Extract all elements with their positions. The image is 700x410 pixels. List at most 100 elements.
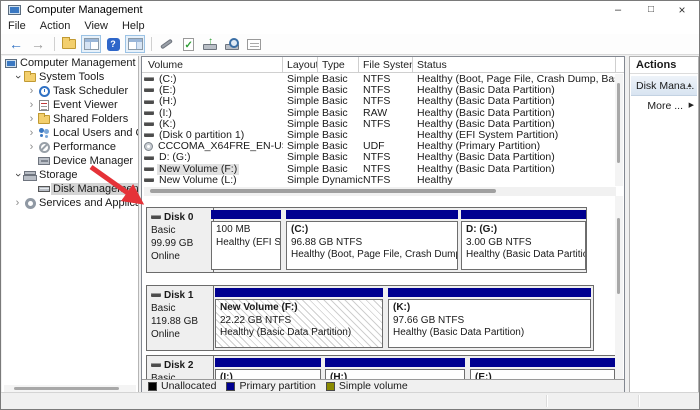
disk-label[interactable]: Disk 1Basic119.88 GBOnline — [147, 286, 214, 350]
sidebar-item-services-and-applications[interactable]: › Services and Applications — [2, 196, 138, 210]
volume-list-row[interactable]: (E:)SimpleBasicNTFSHealthy (Basic Data P… — [142, 85, 624, 96]
legend-color-swatch — [148, 382, 157, 391]
export-folder-icon — [62, 39, 76, 49]
volume-list-row[interactable]: New Volume (F:)SimpleBasicNTFSHealthy (B… — [142, 164, 624, 175]
partition-info: (H:) — [325, 369, 465, 379]
volume-list-row[interactable]: (C:)SimpleBasicNTFSHealthy (Boot, Page F… — [142, 74, 624, 85]
sidebar-item-storage[interactable]: ›Storage — [2, 168, 138, 182]
volume-list-row[interactable]: (Disk 0 partition 1)SimpleBasicHealthy (… — [142, 130, 624, 141]
partition-c[interactable]: (C:)96.88 GB NTFSHealthy (Boot, Page Fil… — [286, 210, 458, 270]
menu-file[interactable]: File — [1, 19, 33, 33]
export-folder-button[interactable] — [59, 35, 79, 53]
chevron-collapsed-icon[interactable]: › — [26, 85, 37, 97]
folder-icon — [23, 73, 37, 82]
chevron-expanded-icon[interactable]: › — [12, 169, 23, 181]
device-tool-icon — [160, 39, 173, 50]
console-tree-toggle-button[interactable] — [81, 35, 101, 53]
tree-item-label: Services and Applications — [37, 197, 138, 209]
disk-label[interactable]: Disk 2Basic — [147, 356, 214, 379]
partition-i[interactable]: (I:) — [215, 358, 321, 379]
disk-volume-icon — [144, 178, 154, 182]
drive-search-button[interactable] — [222, 35, 242, 53]
back-arrow-button[interactable] — [6, 35, 26, 53]
chevron-collapsed-icon[interactable]: › — [12, 197, 23, 209]
partition-k[interactable]: (K:)97.66 GB NTFSHealthy (Basic Data Par… — [388, 288, 591, 348]
volume-list-row[interactable]: (I:)SimpleBasicRAWHealthy (Basic Data Pa… — [142, 108, 624, 119]
check-document-button[interactable] — [178, 35, 198, 53]
menu-view[interactable]: View — [77, 19, 115, 33]
sidebar-item-event-viewer[interactable]: ›Event Viewer — [2, 98, 138, 112]
column-header-layout[interactable]: Layout — [283, 57, 318, 73]
properties-sheet-button[interactable] — [244, 35, 264, 53]
sidebar-item-local-users-and-groups[interactable]: ›Local Users and Groups — [2, 126, 138, 140]
maximize-button[interactable]: □ — [636, 1, 666, 19]
sidebar-item-shared-folders[interactable]: ›Shared Folders — [2, 112, 138, 126]
column-header-status[interactable]: Status — [413, 57, 616, 73]
sidebar-item-computer-management-local[interactable]: Computer Management (Local — [2, 56, 138, 70]
chevron-expanded-icon[interactable]: › — [12, 71, 23, 83]
console-tree-panel: Computer Management (Local›System Tools›… — [2, 56, 139, 393]
actions-disk-management-group[interactable]: Disk Mana... ▲ — [631, 76, 697, 96]
chevron-collapsed-icon[interactable]: › — [26, 141, 37, 153]
chevron-collapsed-icon[interactable]: › — [26, 113, 37, 125]
graphical-view-vertical-scrollbar[interactable] — [615, 196, 623, 379]
chevron-collapsed-icon[interactable]: › — [26, 127, 37, 139]
partition-info: New Volume (F:)22.22 GB NTFSHealthy (Bas… — [215, 299, 383, 348]
forward-arrow-button[interactable] — [28, 35, 48, 53]
type-cell: Basic — [322, 85, 363, 96]
partition-new-volume-f[interactable]: New Volume (F:)22.22 GB NTFSHealthy (Bas… — [215, 288, 383, 348]
sidebar-item-performance[interactable]: ›Performance — [2, 140, 138, 154]
disk-label[interactable]: Disk 0Basic99.99 GBOnline — [147, 208, 214, 272]
column-header-type[interactable]: Type — [318, 57, 359, 73]
partition-info: (I:) — [215, 369, 321, 379]
menu-action[interactable]: Action — [33, 19, 78, 33]
status-cell: Healthy (EFI System Partition) — [417, 130, 620, 141]
status-cell: Healthy (Basic Data Partition) — [417, 152, 620, 163]
chevron-collapsed-icon[interactable]: › — [26, 99, 37, 111]
collapse-chevron-icon[interactable]: ▲ — [686, 76, 693, 96]
partition-status: Healthy (Boot, Page File, Crash Dump, Ba… — [291, 249, 453, 262]
scrollbar-thumb[interactable] — [617, 218, 620, 294]
volume-name: (C:) — [157, 74, 179, 85]
partition-h[interactable]: (H:) — [325, 358, 465, 379]
volume-name: (H:) — [157, 96, 179, 107]
help-button[interactable]: ? — [103, 35, 123, 53]
sidebar-item-system-tools[interactable]: ›System Tools — [2, 70, 138, 84]
volume-list-row[interactable]: New Volume (L:)SimpleDynamicNTFSHealthy — [142, 175, 624, 186]
sidebar-item-device-manager[interactable]: Device Manager — [2, 154, 138, 168]
sidebar-item-disk-management[interactable]: Disk Management — [2, 182, 138, 196]
volume-list-horizontal-scrollbar[interactable] — [144, 187, 616, 196]
volume-list-row[interactable]: CCCOMA_X64FRE_EN-US_DV9 (D:)SimpleBasicU… — [142, 141, 624, 152]
fs-cell: RAW — [363, 108, 417, 119]
action-pane-toggle-button[interactable] — [125, 35, 145, 53]
menu-help[interactable]: Help — [115, 19, 152, 33]
scrollbar-thumb[interactable] — [617, 83, 620, 163]
sidebar-item-task-scheduler[interactable]: ›Task Scheduler — [2, 84, 138, 98]
column-header-volume[interactable]: Volume — [144, 57, 283, 73]
volume-list-vertical-scrollbar[interactable] — [615, 74, 623, 186]
primary-partition-bar — [461, 210, 586, 219]
drive-update-button[interactable] — [200, 35, 220, 53]
status-cell: Healthy (Basic Data Partition) — [417, 164, 620, 175]
volume-list-row[interactable]: (K:)SimpleBasicNTFSHealthy (Basic Data P… — [142, 119, 624, 130]
scrollbar-thumb[interactable] — [150, 189, 496, 193]
scrollbar-thumb[interactable] — [14, 387, 119, 390]
actions-more-item[interactable]: More ... ▶ — [631, 98, 697, 114]
event-viewer-icon — [37, 100, 51, 111]
disk-size: 119.88 GB — [151, 315, 209, 328]
minimize-button[interactable]: – — [603, 1, 633, 19]
device-tool-button[interactable] — [156, 35, 176, 53]
column-header-file-system[interactable]: File System — [359, 57, 413, 73]
volume-cell: (H:) — [144, 96, 283, 107]
partition-name: (C:) — [291, 224, 453, 237]
close-button[interactable]: × — [667, 1, 697, 19]
status-bar — [1, 392, 699, 409]
volume-list-row[interactable]: D: (G:)SimpleBasicNTFSHealthy (Basic Dat… — [142, 152, 624, 163]
tree-horizontal-scrollbar[interactable] — [4, 385, 136, 392]
partition-e[interactable]: (E:) — [470, 358, 615, 379]
partition-d-g[interactable]: D: (G:)3.00 GB NTFSHealthy (Basic Data P… — [461, 210, 586, 270]
layout-cell: Simple — [287, 108, 322, 119]
performance-icon — [37, 142, 51, 153]
partition-100-mb[interactable]: 100 MBHealthy (EFI Sys — [211, 210, 281, 270]
volume-list-row[interactable]: (H:)SimpleBasicNTFSHealthy (Basic Data P… — [142, 96, 624, 107]
